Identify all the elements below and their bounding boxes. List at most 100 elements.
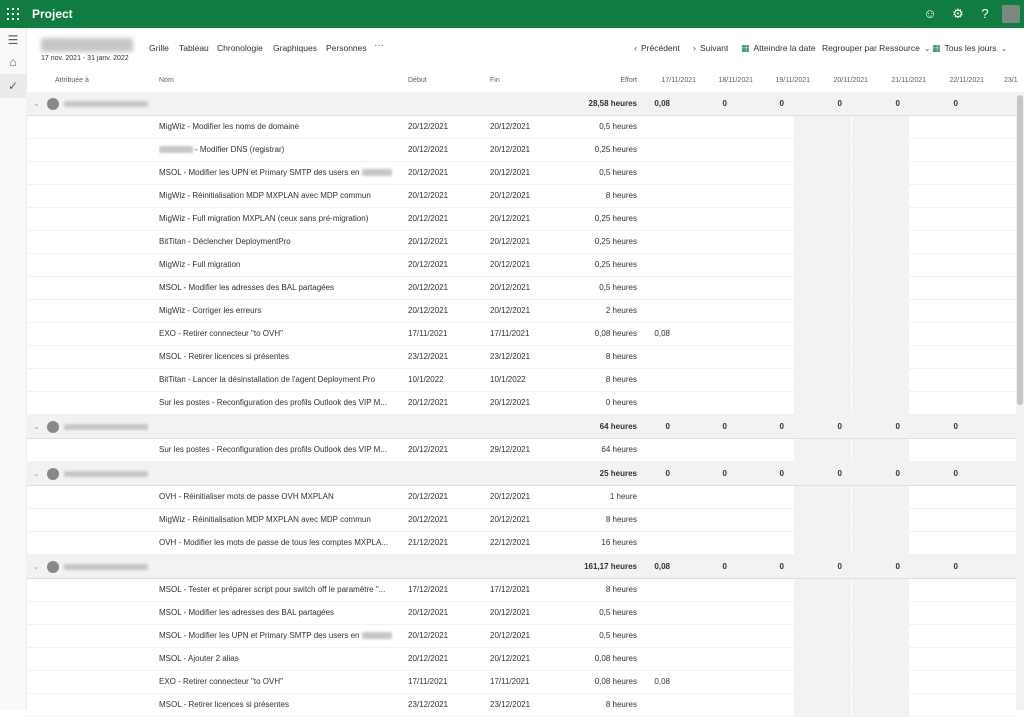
day-cell[interactable] <box>910 625 967 647</box>
all-days-dropdown[interactable]: ▦ Tous les jours ⌄ <box>932 43 1007 54</box>
day-cell[interactable] <box>622 300 679 322</box>
day-cell[interactable] <box>852 625 909 647</box>
task-name[interactable]: EXO - Retirer connecteur "to OVH" <box>159 671 394 693</box>
task-row[interactable]: Sur les postes - Reconfiguration des pro… <box>26 439 1016 462</box>
task-name[interactable]: - Modifier DNS (registrar) <box>159 139 394 161</box>
day-cell[interactable] <box>910 392 967 414</box>
task-end[interactable]: 10/1/2022 <box>490 369 560 391</box>
account-avatar[interactable] <box>1002 5 1020 23</box>
day-cell[interactable] <box>736 439 793 461</box>
task-end[interactable]: 20/12/2021 <box>490 625 560 647</box>
day-cell[interactable] <box>910 300 967 322</box>
day-cell[interactable] <box>852 162 909 184</box>
task-name[interactable]: OVH - Modifier les mots de passe de tous… <box>159 532 394 554</box>
task-name[interactable]: BitTitan - Lancer la désinstallation de … <box>159 369 394 391</box>
task-start[interactable]: 17/11/2021 <box>408 671 478 693</box>
day-cell[interactable] <box>736 231 793 253</box>
task-row[interactable]: MigWiz - Full migration 20/12/2021 20/12/2… <box>26 254 1016 277</box>
day-cell[interactable] <box>910 277 967 299</box>
day-cell[interactable] <box>852 602 909 624</box>
group-row[interactable]: ⌄ 25 heures 0 0 0 0 0 0 <box>26 462 1016 486</box>
day-cell[interactable]: 0 <box>794 555 851 578</box>
day-cell[interactable]: 0 <box>852 555 909 578</box>
day-cell[interactable] <box>736 300 793 322</box>
day-cell[interactable] <box>736 671 793 693</box>
day-cell[interactable] <box>852 346 909 368</box>
day-cell[interactable] <box>852 509 909 531</box>
task-start[interactable]: 20/12/2021 <box>408 116 478 138</box>
help-icon[interactable]: ? <box>976 5 994 23</box>
task-end[interactable]: 20/12/2021 <box>490 116 560 138</box>
col-effort[interactable]: Effort <box>566 77 637 84</box>
tab-charts[interactable]: Graphiques <box>273 43 317 53</box>
day-cell[interactable]: 0,08 <box>622 92 679 115</box>
task-name[interactable]: MigWiz - Réinitialisation MDP MXPLAN ave… <box>159 509 394 531</box>
day-cell[interactable] <box>622 254 679 276</box>
day-cell[interactable]: 0,08 <box>622 671 679 693</box>
day-cell[interactable]: 0 <box>910 462 967 485</box>
day-cell[interactable]: 0 <box>622 462 679 485</box>
task-row[interactable]: OVH - Réinitialiser mots de passe OVH MX… <box>26 486 1016 509</box>
day-cell[interactable] <box>794 579 851 601</box>
day-cell[interactable]: 0 <box>736 415 793 438</box>
task-row[interactable]: MigWiz - Modifier les noms de domaine 20/… <box>26 116 1016 139</box>
day-cell[interactable]: 0 <box>794 415 851 438</box>
day-cell[interactable] <box>736 185 793 207</box>
day-cell[interactable] <box>910 439 967 461</box>
task-name[interactable]: MigWiz - Modifier les noms de domaine <box>159 116 394 138</box>
task-name[interactable]: Sur les postes - Reconfiguration des pro… <box>159 392 394 414</box>
group-by-dropdown[interactable]: Regrouper par Ressource ⌄ <box>822 43 931 53</box>
task-row[interactable]: MSOL - Tester et préparer script pour sw… <box>26 579 1016 602</box>
day-cell[interactable] <box>852 392 909 414</box>
day-cell[interactable] <box>679 509 736 531</box>
task-end[interactable]: 23/12/2021 <box>490 694 560 716</box>
day-cell[interactable] <box>794 231 851 253</box>
previous-button[interactable]: ‹ Précédent <box>634 43 680 53</box>
home-icon[interactable]: ⌂ <box>0 50 26 74</box>
day-cell[interactable] <box>736 625 793 647</box>
day-cell[interactable] <box>794 694 851 716</box>
day-cell[interactable]: 0 <box>679 462 736 485</box>
day-cell[interactable] <box>679 439 736 461</box>
day-cell[interactable] <box>852 323 909 345</box>
task-name[interactable]: OVH - Réinitialiser mots de passe OVH MX… <box>159 486 394 508</box>
day-cell[interactable] <box>622 486 679 508</box>
task-start[interactable]: 20/12/2021 <box>408 231 478 253</box>
day-cell[interactable]: 0 <box>679 555 736 578</box>
app-name[interactable]: Project <box>32 7 73 21</box>
day-cell[interactable] <box>852 300 909 322</box>
day-cell[interactable] <box>910 346 967 368</box>
day-cell[interactable]: 0 <box>910 415 967 438</box>
day-cell[interactable] <box>622 602 679 624</box>
col-day[interactable]: 19/11/2021 <box>762 77 810 84</box>
day-cell[interactable]: 0 <box>910 555 967 578</box>
task-start[interactable]: 20/12/2021 <box>408 648 478 670</box>
task-end[interactable]: 20/12/2021 <box>490 139 560 161</box>
day-cell[interactable]: 0,08 <box>622 323 679 345</box>
group-row[interactable]: ⌄ 64 heures 0 0 0 0 0 0 <box>26 415 1016 439</box>
task-start[interactable]: 17/12/2021 <box>408 579 478 601</box>
day-cell[interactable] <box>736 116 793 138</box>
task-end[interactable]: 29/12/2021 <box>490 439 560 461</box>
task-name[interactable]: MSOL - Retirer licences si présentes <box>159 346 394 368</box>
task-start[interactable]: 21/12/2021 <box>408 532 478 554</box>
day-cell[interactable] <box>852 439 909 461</box>
task-end[interactable]: 20/12/2021 <box>490 300 560 322</box>
task-row[interactable]: MSOL - Retirer licences si présentes 23/1… <box>26 694 1016 717</box>
task-name[interactable]: MigWiz - Corriger les erreurs <box>159 300 394 322</box>
task-name[interactable]: MSOL - Ajouter 2 alias <box>159 648 394 670</box>
day-cell[interactable] <box>794 300 851 322</box>
task-row[interactable]: BitTitan - Lancer la désinstallation de … <box>26 369 1016 392</box>
day-cell[interactable] <box>679 323 736 345</box>
task-row[interactable]: MigWiz - Corriger les erreurs 20/12/2021 2… <box>26 300 1016 323</box>
day-cell[interactable] <box>622 139 679 161</box>
col-day[interactable]: 17/11/2021 <box>648 77 696 84</box>
day-cell[interactable] <box>910 509 967 531</box>
task-end[interactable]: 20/12/2021 <box>490 486 560 508</box>
more-options-icon[interactable]: ··· <box>374 40 384 51</box>
day-cell[interactable] <box>679 486 736 508</box>
task-end[interactable]: 20/12/2021 <box>490 208 560 230</box>
tab-board[interactable]: Tableau <box>179 43 209 53</box>
day-cell[interactable] <box>736 392 793 414</box>
day-cell[interactable] <box>852 208 909 230</box>
